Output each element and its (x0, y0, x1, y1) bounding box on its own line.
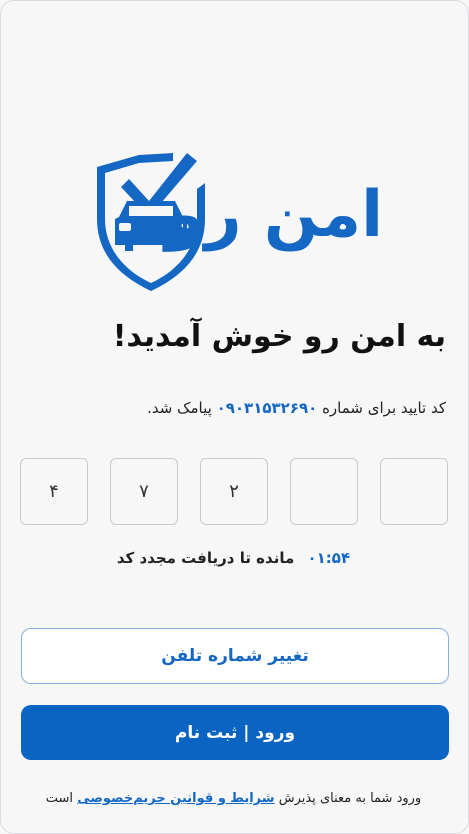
verification-message: کد تایید برای شماره ۰۹۰۳۱۵۳۲۶۹۰ پیامک شد… (21, 399, 446, 417)
otp-input-group: ۲ ۷ ۴ (20, 458, 450, 526)
change-phone-button[interactable]: تغییر شماره تلفن (21, 628, 449, 684)
countdown-time: ۰۱:۵۴ (307, 549, 351, 567)
terms-suffix: است (45, 791, 74, 806)
terms-link[interactable]: شرایط و قوانین حریم‌خصوصی (77, 791, 274, 806)
page-title: به امن رو خوش آمدید! (112, 319, 446, 354)
terms-prefix: ورود شما به معنای پذیرش (278, 791, 422, 806)
otp-digit-4[interactable]: ۷ (110, 458, 178, 525)
resend-label: مانده تا دریافت مجدد کد (116, 549, 295, 567)
brand-name: امن رو (164, 178, 383, 252)
otp-digit-5[interactable]: ۴ (20, 458, 88, 525)
terms-notice: ورود شما به معنای پذیرش شرایط و قوانین ح… (21, 791, 446, 806)
login-register-button[interactable]: ورود | ثبت نام (21, 705, 449, 760)
subtitle-suffix: پیامک شد. (147, 399, 212, 417)
resend-timer: ۰۱:۵۴ مانده تا دریافت مجدد کد (21, 549, 446, 567)
app-logo: امن رو (89, 149, 389, 295)
subtitle-prefix: کد تایید برای شماره (322, 399, 446, 417)
otp-digit-3[interactable]: ۲ (200, 458, 268, 525)
otp-digit-1[interactable] (380, 458, 448, 525)
otp-digit-2[interactable] (290, 458, 358, 525)
phone-number: ۰۹۰۳۱۵۳۲۶۹۰ (216, 399, 318, 417)
